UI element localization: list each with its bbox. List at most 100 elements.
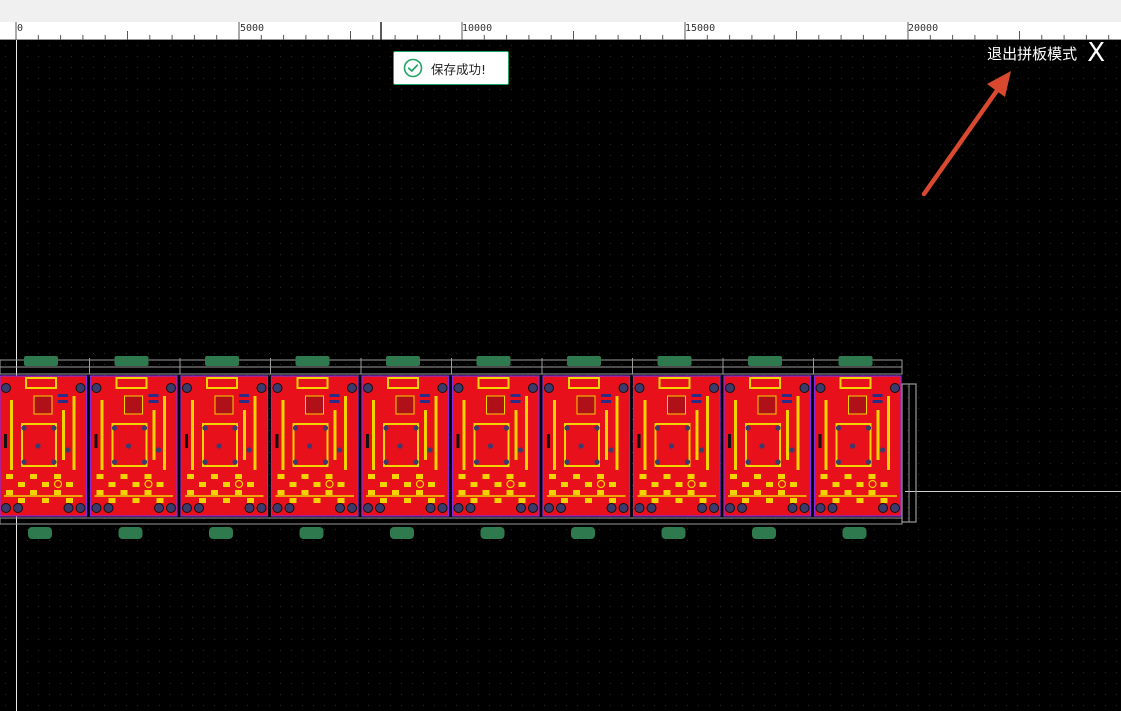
- via: [111, 459, 118, 465]
- mounting-hole: [453, 503, 464, 513]
- smd-component: [199, 498, 206, 503]
- smd-component: [561, 482, 568, 487]
- pcb-panel[interactable]: [0, 350, 925, 550]
- smd-component: [289, 498, 297, 503]
- mounting-hole: [284, 503, 295, 513]
- pad: [782, 400, 792, 403]
- smd-component: [639, 474, 647, 479]
- smd-component: [66, 482, 73, 487]
- smd-component: [470, 482, 478, 487]
- mounting-hole: [244, 503, 255, 513]
- smd-component: [482, 474, 490, 479]
- smd-component: [416, 490, 423, 495]
- via: [835, 459, 842, 465]
- pad-dark: [456, 434, 460, 448]
- mounting-hole: [646, 503, 657, 513]
- exit-panel-mode-label[interactable]: 退出拼板模式: [987, 43, 1077, 64]
- smd-component: [675, 498, 683, 503]
- bottom-breakaway-tab: [209, 527, 233, 539]
- smd-component: [651, 482, 659, 487]
- via: [336, 447, 343, 453]
- smd-component: [247, 498, 254, 503]
- mounting-hole: [182, 383, 192, 393]
- trace-pillar-mid: [243, 410, 246, 460]
- exit-panel-mode-button[interactable]: 退出拼板模式 X: [987, 40, 1105, 66]
- trace-pillar-mid: [333, 410, 337, 460]
- smd-component: [663, 474, 671, 479]
- via: [306, 443, 313, 449]
- trace-pillar-right: [887, 396, 890, 470]
- smd-component: [416, 474, 423, 479]
- via: [216, 443, 222, 449]
- smd-component: [235, 474, 242, 479]
- trace-pillar-left: [10, 400, 13, 470]
- trace-pillar-left: [281, 400, 285, 470]
- smd-component: [880, 498, 888, 503]
- via: [51, 459, 57, 465]
- smd-component: [380, 482, 387, 487]
- via: [202, 459, 208, 465]
- smd-component: [609, 498, 616, 503]
- pad: [601, 400, 611, 403]
- smd-component: [337, 498, 345, 503]
- pad-dark: [275, 434, 279, 448]
- smd-component: [518, 482, 526, 487]
- pad: [239, 394, 249, 397]
- trace-pillar-right: [706, 396, 709, 470]
- ic-chip: [757, 395, 777, 415]
- top-breakaway-tab: [386, 356, 420, 366]
- mounting-hole: [425, 503, 436, 513]
- top-toolbar-strip: [0, 0, 1121, 22]
- ic-chip: [124, 395, 143, 415]
- mounting-hole: [256, 503, 267, 513]
- smd-component: [561, 498, 568, 503]
- ruler-label-15000: 15000: [685, 23, 716, 34]
- via: [594, 459, 600, 465]
- via: [487, 443, 494, 449]
- mounting-hole: [75, 503, 86, 513]
- smd-component: [404, 498, 411, 503]
- pad-dark: [728, 434, 731, 448]
- via: [473, 459, 480, 465]
- mounting-hole: [618, 383, 629, 393]
- pad: [329, 400, 340, 403]
- smd-component: [223, 482, 230, 487]
- pad: [148, 400, 159, 403]
- via: [745, 459, 751, 465]
- mounting-hole: [725, 383, 735, 393]
- smd-component: [108, 482, 116, 487]
- smd-component: [120, 490, 128, 495]
- mounting-hole: [103, 503, 114, 513]
- smd-component: [54, 490, 61, 495]
- smd-component: [368, 490, 375, 495]
- pad: [601, 394, 611, 397]
- trace-pillar-left: [191, 400, 194, 470]
- smd-component: [54, 474, 61, 479]
- smd-component: [687, 474, 695, 479]
- panel-bottom-rail: [0, 517, 903, 525]
- pad: [872, 400, 883, 403]
- pad: [239, 400, 249, 403]
- via: [141, 425, 148, 431]
- pcb-board: [722, 356, 812, 539]
- smd-component: [832, 498, 840, 503]
- smd-component: [156, 498, 164, 503]
- smd-component: [494, 482, 502, 487]
- smd-component: [663, 490, 671, 495]
- via: [503, 425, 510, 431]
- bottom-breakaway-tab: [661, 527, 686, 539]
- smd-component: [585, 482, 592, 487]
- close-icon[interactable]: X: [1087, 40, 1105, 66]
- via: [246, 447, 252, 453]
- ruler-label-10000: 10000: [462, 23, 493, 34]
- via: [232, 459, 238, 465]
- check-circle-icon: [403, 58, 423, 78]
- pcb-board: [541, 356, 631, 539]
- trace-pillar-mid: [876, 410, 880, 460]
- smd-component: [778, 490, 785, 495]
- ic-chip: [848, 395, 867, 415]
- via: [654, 425, 661, 431]
- trace-pillar-left: [824, 400, 828, 470]
- mounting-hole: [194, 503, 204, 513]
- pad-dark: [637, 434, 641, 448]
